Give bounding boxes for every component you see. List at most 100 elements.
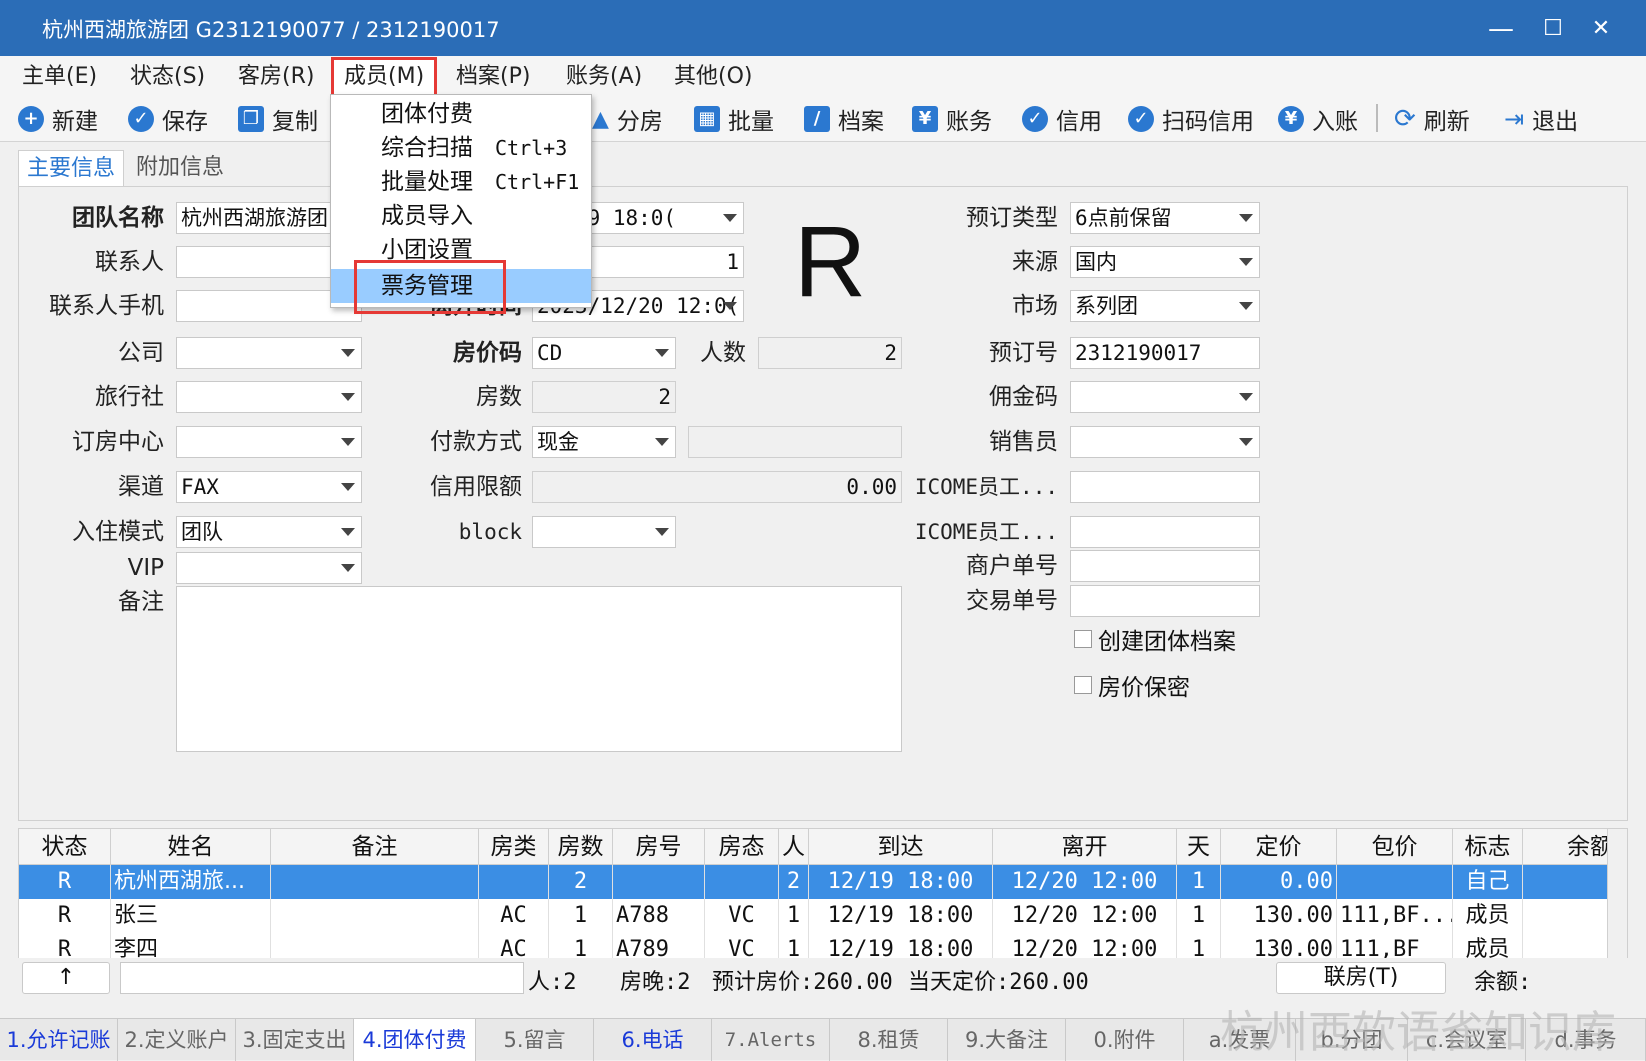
remark-textarea[interactable] xyxy=(176,586,902,752)
checkin-mode-label: 入住模式 xyxy=(72,519,164,545)
column-header[interactable]: 包价 xyxy=(1337,829,1453,865)
menu-other[interactable]: 其他(O) xyxy=(674,60,752,94)
save-button[interactable]: ✓ 保存 xyxy=(128,100,208,138)
company-select[interactable] xyxy=(176,337,362,369)
menu-item-label: 综合扫描 xyxy=(381,135,473,161)
source-select[interactable]: 国内 xyxy=(1070,246,1260,278)
tab-attachment[interactable]: 0.附件 xyxy=(1066,1019,1184,1061)
move-up-button[interactable]: ↑ xyxy=(22,962,110,994)
icome-employee-field-1[interactable] xyxy=(1070,471,1260,503)
tab-team-payment[interactable]: 4.团体付费 xyxy=(354,1019,476,1061)
tab-phone[interactable]: 6.电话 xyxy=(594,1019,712,1061)
post-button[interactable]: ¥ 入账 xyxy=(1278,100,1358,138)
tab-alerts[interactable]: 7.Alerts xyxy=(712,1019,830,1061)
table-row[interactable]: R 李四 AC 1 A789 VC 1 12/19 18:00 12/20 12… xyxy=(19,933,1609,959)
column-header[interactable]: 到达 xyxy=(809,829,993,865)
column-header[interactable]: 备注 xyxy=(271,829,479,865)
block-select[interactable] xyxy=(532,516,676,548)
menu-profile[interactable]: 档案(P) xyxy=(456,60,530,94)
channel-select[interactable]: FAX xyxy=(176,471,362,503)
create-profile-checkbox[interactable]: 创建团体档案 xyxy=(1074,622,1236,656)
dropdown-arrow-icon xyxy=(1239,214,1253,222)
maximize-icon[interactable]: ☐ xyxy=(1536,12,1570,46)
column-header[interactable]: 定价 xyxy=(1221,829,1337,865)
sales-select[interactable] xyxy=(1070,426,1260,458)
menu-main[interactable]: 主单(E) xyxy=(22,60,97,94)
menu-status[interactable]: 状态(S) xyxy=(130,60,205,94)
grid-scrollbar[interactable] xyxy=(1607,829,1627,959)
minimize-icon[interactable]: — xyxy=(1484,12,1518,46)
status-letter: R xyxy=(794,206,867,318)
link-room-button[interactable]: 联房(T) xyxy=(1276,962,1446,994)
column-header[interactable]: 姓名 xyxy=(111,829,271,865)
menu-item-scan[interactable]: 综合扫描 Ctrl+3 xyxy=(331,131,591,165)
refresh-button[interactable]: ⟳ 刷新 xyxy=(1394,100,1470,138)
merchant-no-field[interactable] xyxy=(1070,550,1260,582)
icome-employee-field-2[interactable] xyxy=(1070,516,1260,548)
booking-no-field[interactable]: 2312190017 xyxy=(1070,337,1260,369)
profile-button[interactable]: / 档案 xyxy=(804,100,884,138)
summary-input[interactable] xyxy=(120,962,524,994)
trade-no-label: 交易单号 xyxy=(966,588,1058,614)
dropdown-arrow-icon xyxy=(341,483,355,491)
checkin-mode-select[interactable]: 团队 xyxy=(176,516,362,548)
menu-bar: 主单(E) 状态(S) 客房(R) 成员(M) 档案(P) 账务(A) 其他(O… xyxy=(0,56,1646,97)
tab-define-account[interactable]: 2.定义账户 xyxy=(118,1019,236,1061)
shield-icon: ✓ xyxy=(1022,106,1048,132)
column-header[interactable]: 房号 xyxy=(613,829,705,865)
menu-item-shortcut: Ctrl+F1 xyxy=(495,170,580,194)
cell-remark xyxy=(271,899,479,933)
scan-credit-button[interactable]: ✓ 扫码信用 xyxy=(1128,100,1254,138)
trade-no-field[interactable] xyxy=(1070,585,1260,617)
column-header[interactable]: 离开 xyxy=(993,829,1177,865)
menu-item-team-payment[interactable]: 团体付费 xyxy=(331,97,591,131)
tab-big-remark[interactable]: 9.大备注 xyxy=(948,1019,1066,1061)
market-label: 市场 xyxy=(1012,293,1058,319)
commission-select[interactable] xyxy=(1070,381,1260,413)
column-header[interactable]: 人 xyxy=(779,829,809,865)
agency-select[interactable] xyxy=(176,381,362,413)
menu-member[interactable]: 成员(M) xyxy=(330,57,438,97)
tab-message[interactable]: 5.留言 xyxy=(476,1019,594,1061)
column-header[interactable]: 房数 xyxy=(549,829,613,865)
table-row[interactable]: R 杭州西湖旅... 2 2 12/19 18:00 12/20 12:00 1… xyxy=(19,865,1609,899)
tab-fixed-expense[interactable]: 3.固定支出 xyxy=(236,1019,354,1061)
exit-button[interactable]: ⇥ 退出 xyxy=(1504,100,1578,138)
column-header[interactable]: 状态 xyxy=(19,829,111,865)
vip-select[interactable] xyxy=(176,552,362,584)
cell-days: 1 xyxy=(1177,865,1221,899)
pay-extra-field xyxy=(688,426,902,458)
column-header[interactable]: 天 xyxy=(1177,829,1221,865)
menu-item-import[interactable]: 成员导入 xyxy=(331,199,591,233)
rate-secret-checkbox[interactable]: 房价保密 xyxy=(1074,668,1190,702)
table-row[interactable]: R 张三 AC 1 A788 VC 1 12/19 18:00 12/20 12… xyxy=(19,899,1609,933)
channel-label: 渠道 xyxy=(118,474,164,500)
tab-allow-posting[interactable]: 1.允许记账 xyxy=(0,1019,118,1061)
column-header[interactable]: 房类 xyxy=(479,829,549,865)
credit-button[interactable]: ✓ 信用 xyxy=(1022,100,1102,138)
booking-type-select[interactable]: 6点前保留 xyxy=(1070,202,1260,234)
market-select[interactable]: 系列团 xyxy=(1070,290,1260,322)
column-header[interactable]: 标志 xyxy=(1453,829,1523,865)
cell-arrival: 12/19 18:00 xyxy=(809,865,993,899)
checkbox-box xyxy=(1074,630,1092,648)
close-icon[interactable]: ✕ xyxy=(1584,12,1618,46)
cell-name: 李四 xyxy=(111,933,271,959)
tab-extra-info[interactable]: 附加信息 xyxy=(128,150,232,186)
remark-label: 备注 xyxy=(118,589,164,615)
menu-room[interactable]: 客房(R) xyxy=(238,60,314,94)
pay-select[interactable]: 现金 xyxy=(532,426,676,458)
column-header[interactable]: 房态 xyxy=(705,829,779,865)
cell-room-status: VC xyxy=(705,899,779,933)
tab-rental[interactable]: 8.租赁 xyxy=(830,1019,948,1061)
center-select[interactable] xyxy=(176,426,362,458)
split-room-button[interactable]: ▲ 分房 xyxy=(592,100,663,138)
menu-account[interactable]: 账务(A) xyxy=(566,60,642,94)
account-button[interactable]: ¥ 账务 xyxy=(912,100,992,138)
new-button[interactable]: + 新建 xyxy=(18,100,98,138)
batch-button[interactable]: ▦ 批量 xyxy=(694,100,774,138)
menu-item-batch[interactable]: 批量处理 Ctrl+F1 xyxy=(331,165,591,199)
tab-main-info[interactable]: 主要信息 xyxy=(18,150,125,186)
rate-code-select[interactable]: CD xyxy=(532,337,676,369)
copy-button[interactable]: ❐ 复制 xyxy=(238,100,318,138)
